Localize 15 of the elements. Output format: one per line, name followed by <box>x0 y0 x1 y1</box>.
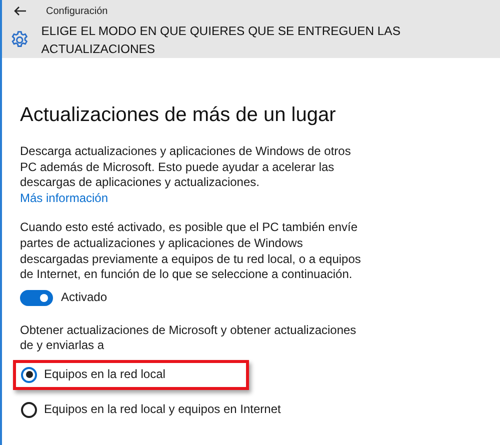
note-text: Cuando esto esté activado, es posible que el PC también envíe partes de actualizaciones y aplicaciones de Windows descargadas previamente a equipos de tu red local, o a equipos de Internet, en función de lo que se seleccione a continuación. <box>20 220 362 283</box>
toggle-label: Activado <box>61 290 108 306</box>
settings-icon <box>10 30 30 50</box>
option-label: Equipos en la red local y equipos en Internet <box>44 402 281 418</box>
window-title: Configuración <box>46 4 108 18</box>
page-title: ELIGE EL MODO EN QUE QUIERES QUE SE ENTREGUEN LAS ACTUALIZACIONES <box>41 22 402 58</box>
radio-button[interactable] <box>21 402 37 418</box>
options-label: Obtener actualizaciones de Microsoft y obtener actualizaciones de y enviarlas a <box>20 322 358 354</box>
radio-button[interactable] <box>21 366 37 383</box>
toggle-switch[interactable] <box>20 290 53 306</box>
option-label: Equipos en la red local <box>44 367 166 383</box>
back-arrow-icon[interactable] <box>14 6 26 16</box>
more-info-link[interactable]: Más información <box>20 190 108 205</box>
description-text: Descarga actualizaciones y aplicaciones de Windows de otros PC además de Microsoft. Esto puede ayudar a acelerar las descargas de aplicaciones y actualizaciones. <box>20 144 352 191</box>
section-heading: Actualizaciones de más de un lugar <box>20 103 337 128</box>
